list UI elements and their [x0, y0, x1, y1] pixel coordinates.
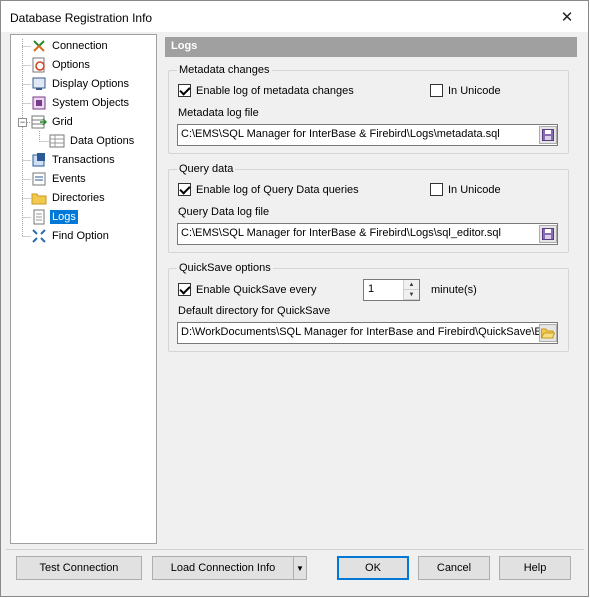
- query-group-title: Query data: [177, 163, 236, 175]
- tree-item-label: Display Options: [52, 78, 130, 90]
- window-title: Database Registration Info: [10, 11, 153, 25]
- tree-item-display-options[interactable]: Display Options: [31, 75, 131, 93]
- quicksave-directory-input[interactable]: D:\WorkDocuments\SQL Manager for InterBa…: [177, 322, 558, 344]
- find-option-icon: [31, 228, 47, 244]
- checkbox-box: [430, 84, 443, 97]
- test-connection-button[interactable]: Test Connection: [16, 556, 142, 580]
- spin-up-icon[interactable]: ▲: [404, 280, 419, 290]
- close-icon: ✕: [560, 8, 574, 26]
- checkbox-box: [178, 84, 191, 97]
- checkbox-label: Enable log of metadata changes: [196, 84, 354, 97]
- help-button[interactable]: Help: [499, 556, 571, 580]
- query-log-file-input[interactable]: C:\EMS\SQL Manager for InterBase & Fireb…: [177, 223, 558, 245]
- tree-item-label: Grid: [52, 116, 73, 128]
- tree-item-label: Events: [52, 173, 86, 185]
- checkbox-box: [178, 183, 191, 196]
- checkbox-label: In Unicode: [448, 84, 501, 97]
- options-icon: [31, 57, 47, 73]
- tree-item-directories[interactable]: Directories: [31, 189, 107, 207]
- grid-collapse-toggle[interactable]: −: [18, 118, 27, 127]
- close-button[interactable]: ✕: [546, 1, 588, 32]
- tree-item-label: Directories: [52, 192, 105, 204]
- cancel-button[interactable]: Cancel: [418, 556, 490, 580]
- checkbox-box: [430, 183, 443, 196]
- panel-header: Logs: [165, 37, 577, 57]
- enable-query-log-checkbox[interactable]: Enable log of Query Data queries: [178, 183, 359, 196]
- interval-unit-label: minute(s): [431, 284, 477, 296]
- query-unicode-checkbox[interactable]: In Unicode: [430, 183, 501, 196]
- tree-item-label: Connection: [52, 40, 108, 52]
- checkbox-label: In Unicode: [448, 183, 501, 196]
- tree-item-logs[interactable]: Logs: [31, 208, 78, 226]
- system-objects-icon: [31, 95, 47, 111]
- tree-item-transactions[interactable]: Transactions: [31, 151, 117, 169]
- title-bar: Database Registration Info ✕: [1, 1, 588, 32]
- quicksave-directory-label: Default directory for QuickSave: [178, 305, 331, 317]
- metadata-log-file-input[interactable]: C:\EMS\SQL Manager for InterBase & Fireb…: [177, 124, 558, 146]
- quicksave-group-title: QuickSave options: [177, 262, 273, 274]
- options-tree[interactable]: Connection Options Display Options Syste…: [10, 34, 157, 544]
- open-folder-icon: [541, 328, 555, 339]
- query-save-button[interactable]: [539, 225, 557, 243]
- transactions-icon: [31, 152, 47, 168]
- footer-divider: [6, 549, 584, 550]
- tree-item-label: Data Options: [70, 135, 135, 147]
- tree-item-label: Find Option: [52, 230, 109, 242]
- quicksave-browse-button[interactable]: [539, 324, 557, 342]
- display-options-icon: [31, 76, 47, 92]
- spin-down-icon[interactable]: ▼: [404, 290, 419, 300]
- tree-item-label: Options: [52, 59, 90, 71]
- tree-item-connection[interactable]: Connection: [31, 37, 110, 55]
- metadata-save-button[interactable]: [539, 126, 557, 144]
- tree-item-options[interactable]: Options: [31, 56, 92, 74]
- events-icon: [31, 171, 47, 187]
- tree-item-label: Transactions: [52, 154, 115, 166]
- dialog-window: Database Registration Info ✕ Connection …: [0, 0, 589, 597]
- metadata-unicode-checkbox[interactable]: In Unicode: [430, 84, 501, 97]
- logs-icon: [31, 209, 47, 225]
- save-icon: [542, 129, 554, 141]
- tree-item-system-objects[interactable]: System Objects: [31, 94, 131, 112]
- enable-metadata-log-checkbox[interactable]: Enable log of metadata changes: [178, 84, 354, 97]
- spinner-arrows[interactable]: ▲ ▼: [403, 280, 419, 300]
- tree-item-label: System Objects: [52, 97, 130, 109]
- tree-item-grid[interactable]: Grid: [31, 113, 75, 131]
- tree-item-events[interactable]: Events: [31, 170, 88, 188]
- metadata-group-title: Metadata changes: [177, 64, 272, 76]
- checkbox-label: Enable log of Query Data queries: [196, 183, 359, 196]
- load-connection-info-button[interactable]: Load Connection Info: [152, 556, 294, 580]
- tree-item-find-option[interactable]: Find Option: [31, 227, 111, 245]
- checkbox-label: Enable QuickSave every: [196, 283, 317, 296]
- chevron-down-icon: ▼: [296, 563, 304, 573]
- grid-icon: [31, 114, 48, 130]
- enable-quicksave-checkbox[interactable]: Enable QuickSave every: [178, 283, 316, 296]
- checkbox-box: [178, 283, 191, 296]
- connection-icon: [31, 38, 47, 54]
- ok-button[interactable]: OK: [337, 556, 409, 580]
- metadata-log-file-label: Metadata log file: [178, 107, 259, 119]
- save-icon: [542, 228, 554, 240]
- tree-item-data-options[interactable]: Data Options: [49, 132, 136, 150]
- query-log-file-label: Query Data log file: [178, 206, 270, 218]
- load-connection-info-dropdown[interactable]: ▼: [293, 556, 307, 580]
- data-options-icon: [49, 133, 65, 149]
- quicksave-interval-spinner[interactable]: 1 ▲ ▼: [363, 279, 420, 301]
- interval-value: 1: [368, 283, 375, 295]
- folder-icon: [31, 190, 47, 206]
- tree-item-label: Logs: [50, 210, 78, 224]
